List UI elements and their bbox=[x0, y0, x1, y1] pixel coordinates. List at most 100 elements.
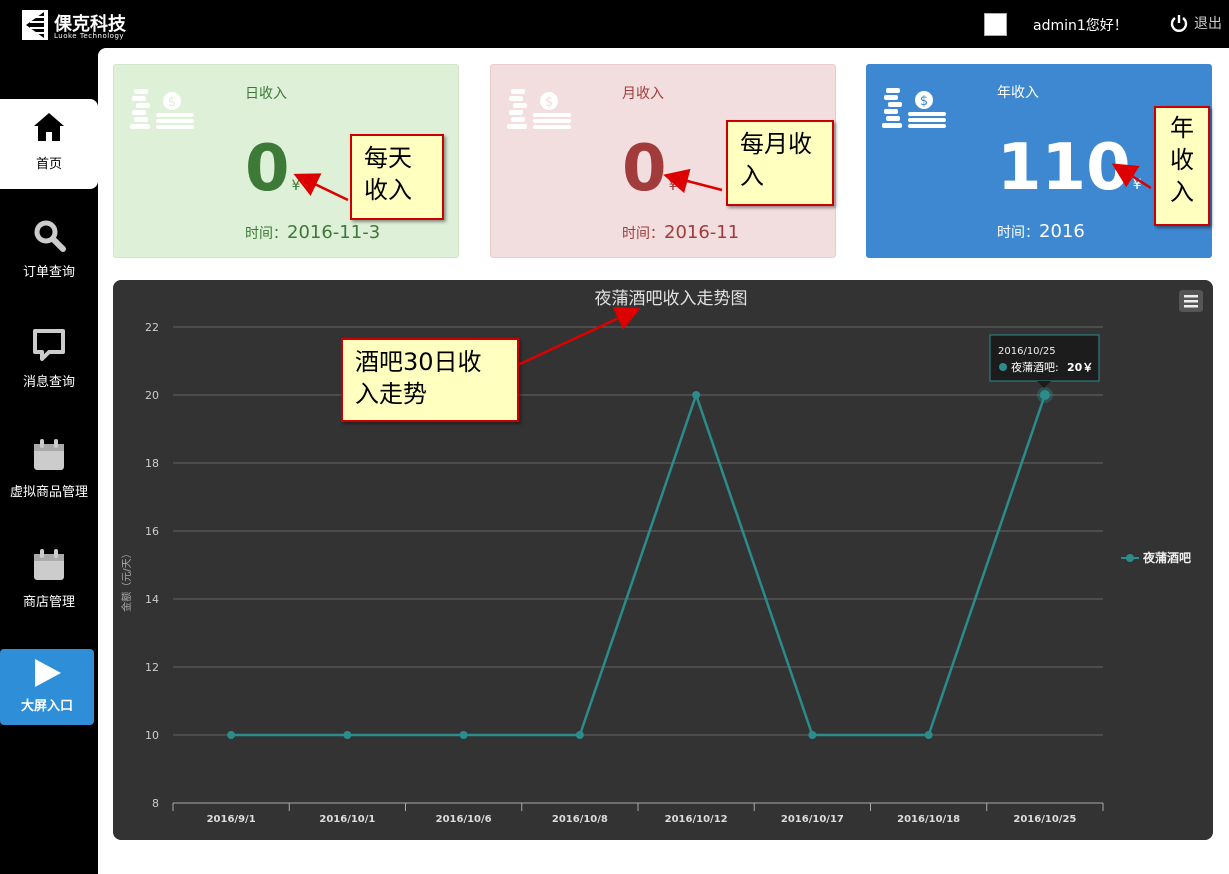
x-tick-label: 2016/10/18 bbox=[897, 814, 960, 825]
card-time-value: 2016-11-3 bbox=[287, 222, 381, 243]
card-value: 0 bbox=[245, 132, 290, 206]
menu-icon bbox=[1184, 295, 1198, 308]
sidebar-item-bigscreen[interactable]: 大屏入口 bbox=[0, 649, 94, 725]
axis-layer bbox=[172, 802, 1104, 811]
svg-text:$: $ bbox=[545, 95, 553, 110]
income-trend-chart: 8 10 12 14 16 18 20 22 2016/9/1 2016/10/1 2016/10/… bbox=[113, 280, 1213, 840]
logo[interactable]: 倮克科技 Luoke Technology bbox=[22, 8, 132, 42]
card-unit: ¥ bbox=[291, 178, 301, 194]
y-tick-label: 10 bbox=[145, 729, 159, 742]
card-time-value: 2016 bbox=[1039, 221, 1085, 242]
tooltip-value: 20￥ bbox=[1067, 361, 1093, 374]
logout-button[interactable]: 退出 bbox=[1170, 13, 1222, 33]
y-tick-label: 22 bbox=[145, 321, 159, 334]
chart-canvas: 8 10 12 14 16 18 20 22 2016/9/1 2016/10/1 2016/10/… bbox=[120, 289, 1203, 825]
chart-title: 夜蒲酒吧收入走势图 bbox=[595, 289, 748, 309]
top-bar: 倮克科技 Luoke Technology admin1您好！ 退出 bbox=[0, 0, 1229, 48]
logout-label: 退出 bbox=[1194, 16, 1222, 32]
sidebar-item-label: 大屏入口 bbox=[20, 699, 73, 714]
card-value: 110 bbox=[997, 131, 1131, 205]
y-tick-label: 8 bbox=[152, 797, 159, 810]
data-point[interactable] bbox=[1039, 390, 1050, 400]
card-time: 时间：2016 bbox=[997, 221, 1085, 242]
x-tick-label: 2016/10/25 bbox=[1013, 814, 1076, 825]
data-point[interactable] bbox=[343, 731, 352, 739]
sidebar-item-label: 首页 bbox=[35, 157, 62, 172]
label-layer: 8 10 12 14 16 18 20 22 2016/9/1 2016/10/1 2016/10/… bbox=[145, 321, 1076, 825]
card-value-row: 0 ¥ bbox=[245, 137, 300, 218]
sidebar-item-shop[interactable]: 商店管理 bbox=[0, 539, 98, 629]
x-tick-label: 2016/9/1 bbox=[207, 814, 256, 825]
y-tick-label: 16 bbox=[145, 525, 159, 538]
x-tick-label: 2016/10/17 bbox=[781, 814, 844, 825]
callout-monthly: 每月收入 bbox=[726, 120, 834, 206]
y-tick-label: 14 bbox=[145, 593, 159, 606]
main-content: $ 日收入 0 ¥ 时间：2016-11-3 $ 月收入 0 ¥ 时间：2016-1… bbox=[98, 48, 1229, 874]
card-time: 时间：2016-11 bbox=[622, 222, 739, 243]
card-unit: ¥ bbox=[668, 178, 678, 194]
series-layer bbox=[227, 387, 1053, 739]
data-point[interactable] bbox=[692, 391, 701, 399]
sidebar-item-label: 虚拟商品管理 bbox=[9, 485, 88, 500]
y-tick-label: 12 bbox=[145, 661, 159, 674]
card-title: 年收入 bbox=[997, 85, 1039, 101]
data-point[interactable] bbox=[227, 731, 236, 739]
card-value-row: 110 ¥ bbox=[997, 136, 1142, 217]
calendar-icon bbox=[34, 549, 64, 580]
sidebar-item-virtual-goods[interactable]: 虚拟商品管理 bbox=[0, 429, 98, 519]
card-unit: ¥ bbox=[1132, 177, 1142, 193]
search-icon bbox=[34, 220, 66, 252]
sidebar-item-orders[interactable]: 订单查询 bbox=[0, 209, 98, 299]
card-time: 时间：2016-11-3 bbox=[245, 222, 380, 243]
coins-icon: $ bbox=[882, 88, 946, 128]
x-tick-label: 2016/10/1 bbox=[319, 814, 375, 825]
y-axis-label: 金额（元/天） bbox=[120, 548, 133, 611]
power-icon bbox=[1170, 15, 1188, 32]
y-tick-label: 20 bbox=[145, 389, 159, 402]
data-point[interactable] bbox=[924, 731, 933, 739]
avatar[interactable] bbox=[984, 13, 1007, 36]
card-time-label: 时间： bbox=[997, 225, 1039, 241]
svg-text:$: $ bbox=[920, 94, 928, 109]
card-time-label: 时间： bbox=[245, 226, 287, 242]
sidebar: 首页 订单查询 消息查询 虚拟商品管理 商店管理 大屏入口 bbox=[0, 48, 98, 874]
series-line bbox=[231, 391, 1047, 737]
legend-label: 夜蒲酒吧 bbox=[1142, 550, 1191, 565]
data-point[interactable] bbox=[459, 731, 468, 739]
card-value-row: 0 ¥ bbox=[622, 137, 677, 218]
sidebar-item-messages[interactable]: 消息查询 bbox=[0, 319, 98, 409]
x-tick-label: 2016/10/6 bbox=[436, 814, 492, 825]
tooltip-series-label: 夜蒲酒吧: bbox=[1011, 360, 1059, 374]
chart-menu-button[interactable] bbox=[1179, 290, 1203, 312]
card-time-label: 时间： bbox=[622, 226, 664, 242]
play-icon bbox=[35, 659, 61, 687]
home-icon bbox=[34, 113, 64, 141]
logo-mark-icon bbox=[22, 10, 48, 40]
grid-layer bbox=[173, 326, 1103, 736]
sidebar-item-label: 消息查询 bbox=[22, 375, 75, 390]
card-title: 日收入 bbox=[245, 86, 287, 102]
card-title: 月收入 bbox=[622, 86, 664, 102]
sidebar-item-home[interactable]: 首页 bbox=[0, 99, 98, 189]
card-value: 0 bbox=[622, 132, 667, 206]
chart-tooltip: 2016/10/25 夜蒲酒吧: 20￥ bbox=[989, 334, 1100, 388]
tooltip-date: 2016/10/25 bbox=[998, 346, 1056, 357]
sidebar-item-label: 商店管理 bbox=[22, 595, 75, 610]
user-greeting: admin1您好！ bbox=[1033, 18, 1128, 34]
y-tick-label: 18 bbox=[145, 457, 159, 470]
svg-text:$: $ bbox=[168, 95, 176, 110]
coins-icon: $ bbox=[507, 89, 571, 129]
callout-daily: 每天收入 bbox=[350, 134, 444, 220]
chart-legend-item[interactable]: 夜蒲酒吧 bbox=[1121, 550, 1191, 565]
x-tick-label: 2016/10/8 bbox=[552, 814, 608, 825]
message-icon bbox=[33, 329, 65, 361]
logo-subtext: Luoke Technology bbox=[54, 32, 125, 40]
callout-yearly: 年收入 bbox=[1154, 106, 1210, 226]
card-time-value: 2016-11 bbox=[664, 222, 740, 243]
sidebar-item-label: 订单查询 bbox=[22, 265, 75, 280]
callout-chart: 酒吧30日收入走势 bbox=[341, 338, 519, 422]
data-point[interactable] bbox=[808, 731, 817, 739]
data-point[interactable] bbox=[575, 731, 584, 739]
x-tick-label: 2016/10/12 bbox=[665, 814, 728, 825]
calendar-icon bbox=[34, 439, 64, 470]
